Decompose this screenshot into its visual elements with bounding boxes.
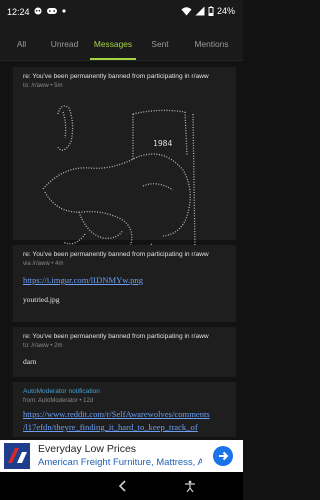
af-logo-icon	[4, 443, 30, 469]
message-body: youtried.jpg	[23, 295, 60, 304]
tab-unread[interactable]: Unread	[43, 24, 86, 60]
message-meta: via /r/aww • 4m	[23, 261, 64, 267]
message-subject: re: You've been permanently banned from …	[23, 251, 209, 258]
message-link-continued[interactable]: /l17efdn/theyre_finding_it_hard_to_keep_…	[23, 422, 198, 432]
message-card[interactable]: AutoModerator notification from: AutoMod…	[10, 382, 236, 437]
tab-mentions[interactable]: Mentions	[180, 24, 243, 60]
message-link[interactable]: https://www.reddit.com/r/SelfAwarewolves…	[23, 409, 210, 419]
ad-title: Everyday Low Prices	[38, 443, 137, 455]
battery-percent: 24%	[216, 6, 235, 16]
message-card[interactable]: re: You've been permanently banned from …	[10, 67, 236, 258]
message-link[interactable]: https://i.imgur.com/lIDNMYw.png	[23, 275, 143, 285]
signal-icon	[195, 6, 205, 16]
battery-icon	[208, 6, 214, 16]
arrow-right-icon	[219, 451, 229, 461]
status-bar: 12:24 24%	[0, 0, 243, 24]
message-card[interactable]: re: You've been permanently banned from …	[10, 245, 236, 322]
message-card[interactable]: re: You've been permanently banned from …	[10, 327, 236, 377]
system-nav-bar	[0, 472, 243, 500]
ad-subtitle: American Freight Furniture, Mattress, Ap…	[38, 457, 202, 468]
message-subject: re: You've been permanently banned from …	[23, 333, 209, 340]
message-subject: re: You've been permanently banned from …	[23, 73, 209, 80]
notification-title: AutoModerator notification	[23, 388, 100, 395]
tab-all[interactable]: All	[0, 24, 43, 60]
american-freight-logo	[4, 443, 30, 469]
dot-icon	[62, 9, 66, 13]
ascii-art-text: 1984	[153, 139, 172, 148]
notification-icons	[33, 6, 67, 15]
message-meta: to: /r/aww • 2m	[23, 343, 63, 349]
wifi-icon	[181, 7, 192, 16]
reddit-icon	[34, 7, 42, 15]
accessibility-icon[interactable]	[184, 480, 196, 492]
message-meta: from: AutoModerator • 12d	[23, 398, 94, 404]
status-time: 12:24	[7, 7, 30, 17]
tab-sent[interactable]: Sent	[140, 24, 180, 60]
message-body: darn	[23, 357, 37, 366]
inbox-tabs: All Unread Messages Sent Mentions	[0, 24, 243, 61]
status-right: 24%	[181, 6, 235, 16]
message-list[interactable]: re: You've been permanently banned from …	[0, 62, 243, 437]
ad-arrow-button[interactable]	[213, 446, 233, 466]
ad-banner[interactable]: Everyday Low Prices American Freight Fur…	[0, 440, 243, 472]
tab-messages[interactable]: Messages	[86, 24, 140, 60]
back-icon[interactable]	[118, 480, 128, 492]
message-meta: to: /r/aww • 5m	[23, 83, 63, 89]
gamepad-icon	[47, 8, 57, 14]
